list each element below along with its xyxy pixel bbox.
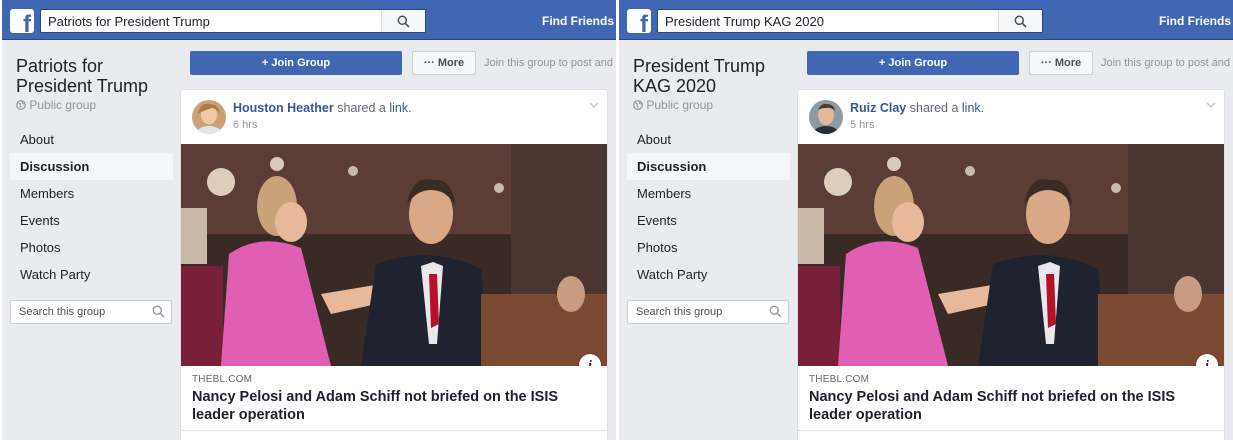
- group-search-placeholder: Search this group: [19, 306, 106, 318]
- nav-item-events[interactable]: Events: [10, 207, 173, 234]
- nav-item-discussion[interactable]: Discussion: [627, 153, 790, 180]
- post-timestamp[interactable]: 6 hrs: [233, 119, 257, 131]
- link-preview-image[interactable]: i: [798, 144, 1224, 366]
- avatar[interactable]: [192, 100, 226, 134]
- facebook-window-left: f Patriots for President Trump Find Frie…: [2, 0, 616, 440]
- nav-item-members[interactable]: Members: [10, 180, 173, 207]
- group-search-input[interactable]: Search this group: [10, 300, 172, 324]
- top-navigation-bar: f Patriots for President Trump Find Frie…: [2, 0, 616, 40]
- facebook-logo-icon[interactable]: f: [10, 9, 34, 33]
- join-group-button[interactable]: + Join Group: [190, 51, 402, 75]
- group-title[interactable]: Patriots for President Trump: [16, 56, 166, 96]
- nav-item-members[interactable]: Members: [627, 180, 790, 207]
- nav-item-watch-party[interactable]: Watch Party: [627, 261, 790, 288]
- feed-post: Houston Heather shared a link. 6 hrs i T…: [180, 89, 608, 440]
- group-nav: About Discussion Members Events Photos W…: [627, 126, 790, 288]
- post-footer-divider: [181, 430, 607, 431]
- shared-link-word[interactable]: link.: [962, 101, 984, 115]
- link-domain: THEBL.COM: [809, 374, 870, 385]
- search-button[interactable]: [381, 10, 425, 32]
- more-button[interactable]: ··· More: [1029, 51, 1093, 75]
- nav-item-watch-party[interactable]: Watch Party: [10, 261, 173, 288]
- nav-item-events[interactable]: Events: [627, 207, 790, 234]
- avatar[interactable]: [809, 100, 843, 134]
- post-timestamp[interactable]: 5 hrs: [850, 119, 874, 131]
- join-hint-text: Join this group to post and comment: [1101, 57, 1233, 69]
- join-hint-text: Join this group to post and comment: [484, 57, 616, 69]
- feed-post: Ruiz Clay shared a link. 5 hrs i THEBL.C…: [797, 89, 1225, 440]
- group-nav: About Discussion Members Events Photos W…: [10, 126, 173, 288]
- group-search-placeholder: Search this group: [636, 306, 723, 318]
- nav-item-photos[interactable]: Photos: [10, 234, 173, 261]
- post-author-link[interactable]: Ruiz Clay: [850, 101, 906, 115]
- nav-item-photos[interactable]: Photos: [627, 234, 790, 261]
- find-friends-link[interactable]: Find Friends: [542, 14, 614, 28]
- link-title[interactable]: Nancy Pelosi and Adam Schiff not briefed…: [192, 388, 602, 424]
- post-author-link[interactable]: Houston Heather: [233, 101, 334, 115]
- search-icon: [152, 305, 165, 318]
- chevron-down-icon[interactable]: [1206, 102, 1216, 109]
- link-domain: THEBL.COM: [192, 374, 253, 385]
- group-privacy-label: Public group: [16, 98, 96, 112]
- nav-item-about[interactable]: About: [10, 126, 173, 153]
- facebook-window-right: f President Trump KAG 2020 Find Friends …: [619, 0, 1233, 440]
- search-icon: [769, 305, 782, 318]
- search-button[interactable]: [998, 10, 1042, 32]
- top-navigation-bar: f President Trump KAG 2020 Find Friends: [619, 0, 1233, 40]
- group-title[interactable]: President Trump KAG 2020: [633, 56, 783, 96]
- link-preview-image[interactable]: i: [181, 144, 607, 366]
- link-title[interactable]: Nancy Pelosi and Adam Schiff not briefed…: [809, 388, 1219, 424]
- globe-icon: [633, 100, 643, 110]
- facebook-logo-icon[interactable]: f: [627, 9, 651, 33]
- global-search-input[interactable]: President Trump KAG 2020: [657, 9, 1043, 33]
- shared-link-word[interactable]: link.: [389, 101, 411, 115]
- shared-text: shared a: [337, 101, 386, 115]
- group-action-bar: + Join Group ··· More Join this group to…: [797, 46, 1233, 78]
- search-icon: [1014, 15, 1027, 28]
- group-search-input[interactable]: Search this group: [627, 300, 789, 324]
- group-sidebar: President Trump KAG 2020 Public group Ab…: [619, 40, 791, 440]
- group-privacy-label: Public group: [633, 98, 713, 112]
- group-sidebar: Patriots for President Trump Public grou…: [2, 40, 174, 440]
- post-header: Houston Heather shared a link.: [233, 101, 412, 115]
- nav-item-discussion[interactable]: Discussion: [10, 153, 173, 180]
- find-friends-link[interactable]: Find Friends: [1159, 14, 1231, 28]
- post-footer-divider: [798, 430, 1224, 431]
- globe-icon: [16, 100, 26, 110]
- join-group-button[interactable]: + Join Group: [807, 51, 1019, 75]
- global-search-input[interactable]: Patriots for President Trump: [40, 9, 426, 33]
- search-value: President Trump KAG 2020: [665, 14, 824, 29]
- search-value: Patriots for President Trump: [48, 14, 210, 29]
- group-action-bar: + Join Group ··· More Join this group to…: [180, 46, 616, 78]
- more-button[interactable]: ··· More: [412, 51, 476, 75]
- post-header: Ruiz Clay shared a link.: [850, 101, 984, 115]
- nav-item-about[interactable]: About: [627, 126, 790, 153]
- search-icon: [397, 15, 410, 28]
- chevron-down-icon[interactable]: [589, 102, 599, 109]
- shared-text: shared a: [909, 101, 959, 115]
